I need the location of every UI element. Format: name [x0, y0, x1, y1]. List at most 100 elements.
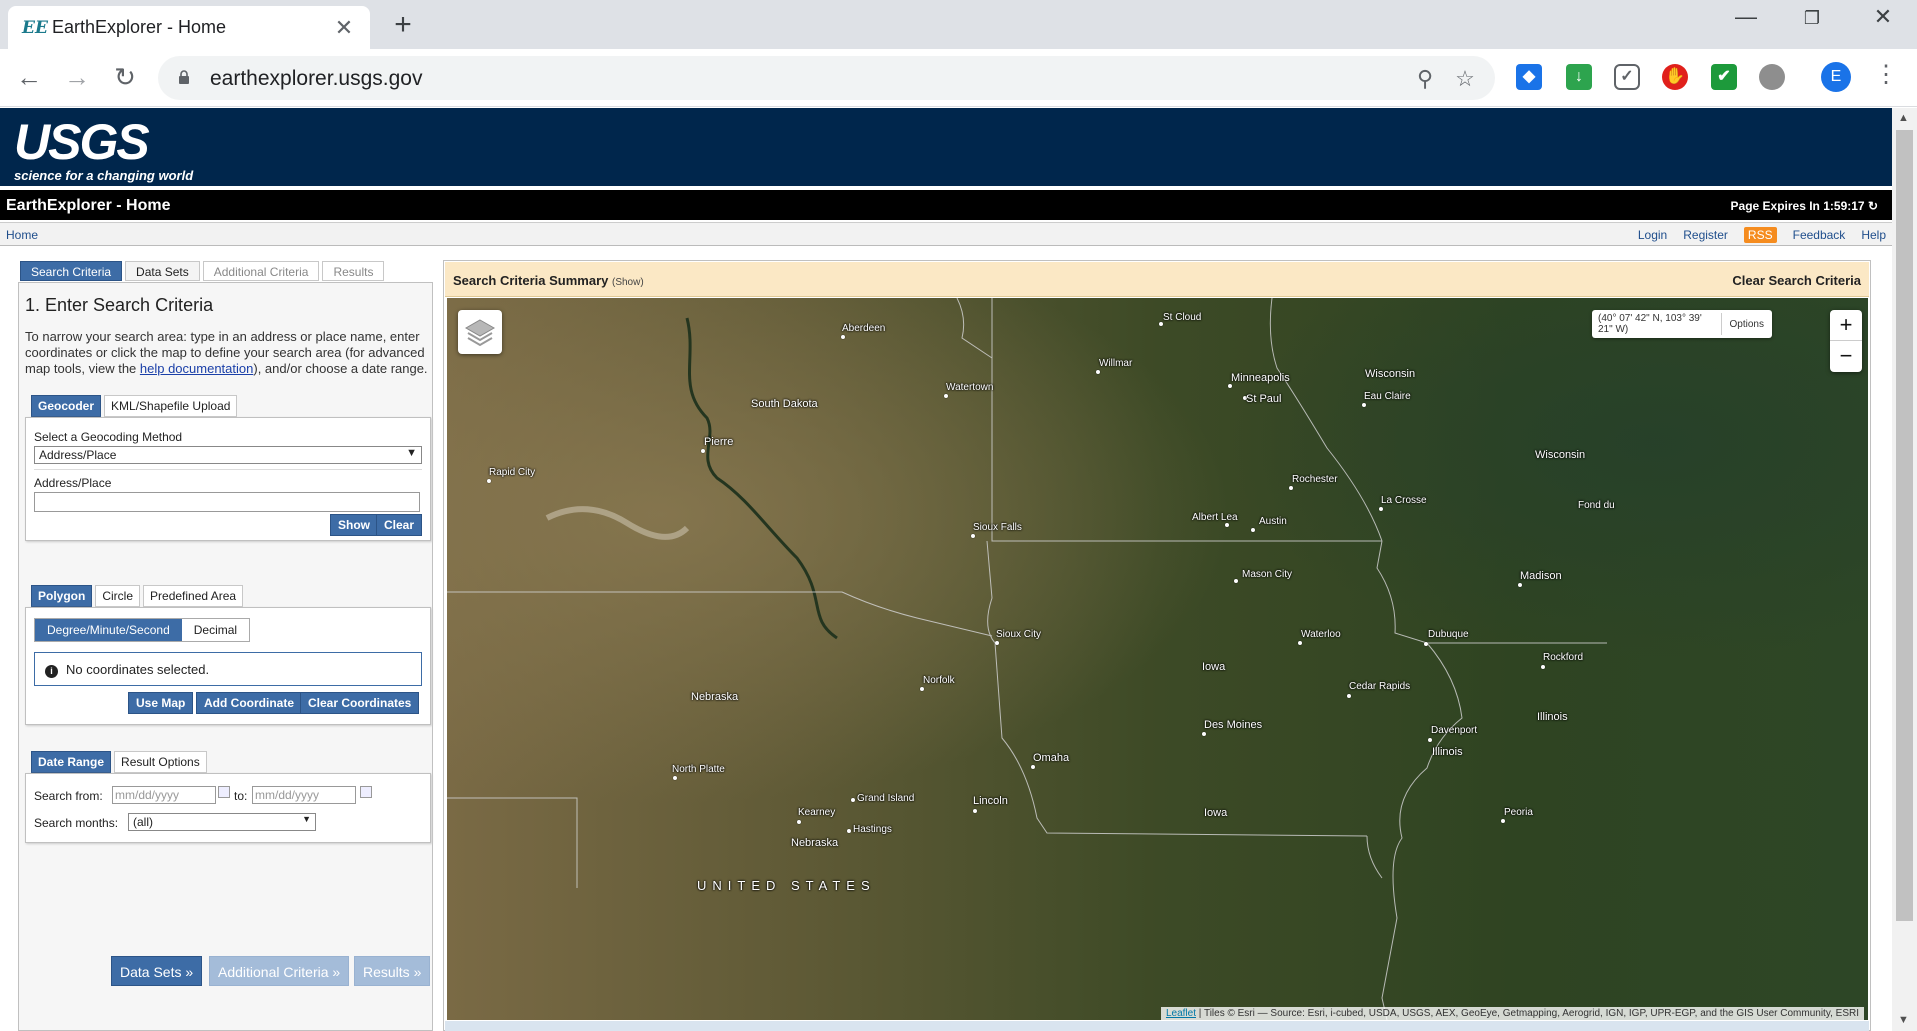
tab-data-sets[interactable]: Data Sets — [125, 261, 200, 281]
tab-kml-upload[interactable]: KML/Shapefile Upload — [104, 395, 238, 417]
tab-geocoder[interactable]: Geocoder — [31, 395, 102, 417]
earthexplorer-favicon-icon: EE — [22, 17, 48, 38]
city-label: Peoria — [1504, 807, 1533, 818]
bookmark-star-icon[interactable]: ☆ — [1451, 66, 1479, 92]
city-label: Des Moines — [1204, 719, 1263, 731]
scroll-down-icon[interactable]: ▼ — [1898, 1014, 1909, 1026]
city-label: Davenport — [1431, 725, 1478, 736]
city-dot — [1234, 579, 1238, 583]
summary-show-link[interactable]: (Show) — [612, 277, 644, 288]
feedback-link[interactable]: Feedback — [1793, 228, 1846, 242]
page-viewport: USGS science for a changing world EarthE… — [0, 108, 1892, 1031]
clear-button[interactable]: Clear — [376, 514, 423, 536]
ext-download-icon[interactable]: ↓ — [1566, 64, 1592, 90]
dropdown-arrow-icon: ▼ — [302, 814, 311, 824]
restore-icon[interactable]: ❐ — [1792, 8, 1832, 29]
panel-intro: To narrow your search area: type in an a… — [25, 329, 428, 376]
city-dot — [1501, 819, 1505, 823]
help-documentation-link[interactable]: help documentation — [140, 361, 253, 376]
calendar-icon[interactable] — [360, 786, 372, 798]
browser-tab[interactable]: EE EarthExplorer - Home ✕ — [8, 6, 370, 49]
scroll-up-icon[interactable]: ▲ — [1898, 112, 1909, 124]
date-to-input[interactable]: mm/dd/yyyy — [252, 786, 356, 804]
city-label: Lincoln — [973, 795, 1008, 807]
coordinate-display: (40° 07' 42" N, 103° 39' 21" W) Options — [1592, 310, 1772, 338]
rss-icon[interactable]: RSS — [1743, 227, 1777, 243]
city-label: Minneapolis — [1231, 372, 1290, 384]
search-months-select[interactable]: (all) ▼ — [128, 813, 316, 831]
ext-checkmark-icon[interactable]: ✔ — [1711, 64, 1737, 90]
calendar-icon[interactable] — [218, 786, 230, 798]
tab-result-options[interactable]: Result Options — [114, 751, 207, 773]
city-label: St Cloud — [1163, 312, 1202, 323]
decimal-option[interactable]: Decimal — [181, 619, 250, 641]
minimize-icon[interactable]: — — [1726, 4, 1766, 30]
layers-button[interactable] — [458, 310, 502, 354]
tab-predefined-area[interactable]: Predefined Area — [143, 585, 244, 607]
results-button[interactable]: Results » — [354, 956, 431, 986]
tab-additional-criteria[interactable]: Additional Criteria — [202, 261, 320, 281]
tab-date-range[interactable]: Date Range — [31, 751, 112, 773]
page-title: EarthExplorer - Home — [6, 197, 171, 214]
city-dot — [487, 479, 491, 483]
satellite-map[interactable]: Aberdeen St Cloud Willmar Watertown Minn… — [447, 298, 1868, 1020]
dms-option[interactable]: Degree/Minute/Second — [35, 619, 182, 641]
zoom-icon[interactable]: ⚲ — [1411, 66, 1439, 92]
register-link[interactable]: Register — [1683, 228, 1728, 242]
city-label: Kearney — [798, 807, 836, 818]
help-link[interactable]: Help — [1861, 228, 1886, 242]
back-arrow-icon[interactable]: ← — [12, 62, 46, 92]
layers-icon — [464, 319, 496, 347]
city-label: Watertown — [946, 382, 994, 393]
ext-blue-cap-icon[interactable]: ◆ — [1516, 64, 1542, 90]
profile-avatar[interactable]: E — [1821, 62, 1851, 92]
url-text: earthexplorer.usgs.gov — [210, 67, 423, 90]
tab-close-icon[interactable]: ✕ — [332, 15, 356, 41]
ext-adblock-icon[interactable]: ✋ — [1662, 64, 1688, 90]
omnibox[interactable]: earthexplorer.usgs.gov ⚲ ☆ — [158, 56, 1495, 100]
tab-circle[interactable]: Circle — [95, 585, 141, 607]
city-label: Sioux City — [996, 629, 1042, 640]
date-from-input[interactable]: mm/dd/yyyy — [112, 786, 216, 804]
tab-results[interactable]: Results — [322, 261, 385, 281]
zoom-control: + − — [1830, 310, 1862, 372]
browser-menu-icon[interactable]: ⋮ — [1874, 60, 1898, 89]
login-link[interactable]: Login — [1638, 228, 1667, 242]
city-dot — [971, 534, 975, 538]
city-dot — [1541, 665, 1545, 669]
tab-polygon[interactable]: Polygon — [31, 585, 93, 607]
geocoding-method-select[interactable]: Address/Place ▼ — [34, 446, 422, 464]
data-sets-button[interactable]: Data Sets » — [111, 956, 203, 986]
scrollbar-thumb[interactable] — [1896, 130, 1913, 921]
usgs-logo[interactable]: USGS science for a changing world — [14, 114, 193, 183]
clear-search-criteria-link[interactable]: Clear Search Criteria — [1732, 273, 1861, 288]
page-scrollbar[interactable]: ▲ ▼ — [1892, 108, 1917, 1031]
usgs-logo-mark: USGS — [14, 114, 150, 170]
show-button[interactable]: Show — [330, 514, 378, 536]
additional-criteria-button[interactable]: Additional Criteria » — [209, 956, 350, 986]
refresh-icon[interactable]: ↻ — [1868, 199, 1878, 213]
city-dot — [1347, 694, 1351, 698]
city-label: Waterloo — [1301, 629, 1341, 640]
tab-search-criteria[interactable]: Search Criteria — [20, 261, 123, 281]
zoom-out-button[interactable]: − — [1830, 341, 1862, 372]
use-map-button[interactable]: Use Map — [128, 692, 194, 714]
state-label: Iowa — [1204, 807, 1228, 819]
address-place-input[interactable] — [34, 492, 420, 512]
new-tab-icon[interactable]: + — [388, 8, 418, 42]
ext-pocket-icon[interactable]: ✓ — [1614, 64, 1640, 90]
leaflet-link[interactable]: Leaflet — [1166, 1008, 1196, 1019]
clear-coordinates-button[interactable]: Clear Coordinates — [300, 692, 420, 714]
geocoder-box: Select a Geocoding Method Address/Place ▼… — [25, 417, 431, 541]
map-options-button[interactable]: Options — [1722, 319, 1772, 330]
city-dot — [1225, 523, 1229, 527]
forward-arrow-icon[interactable]: → — [60, 62, 94, 92]
zoom-in-button[interactable]: + — [1830, 310, 1862, 341]
city-dot — [797, 820, 801, 824]
ext-circle-icon[interactable] — [1759, 64, 1785, 90]
add-coordinate-button[interactable]: Add Coordinate — [196, 692, 302, 714]
city-label: Austin — [1259, 516, 1287, 527]
reload-icon[interactable]: ↻ — [108, 62, 142, 92]
home-link[interactable]: Home — [6, 228, 38, 242]
window-close-icon[interactable]: ✕ — [1863, 4, 1903, 30]
